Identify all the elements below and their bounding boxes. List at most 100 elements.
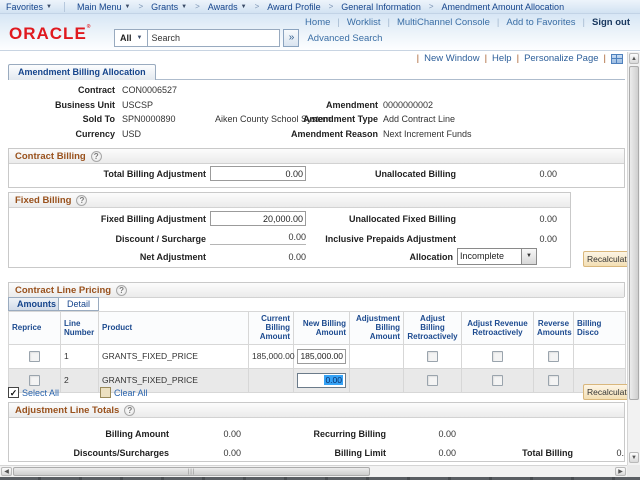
help-icon[interactable]: ?: [124, 405, 135, 416]
reverse-amounts-checkbox[interactable]: [548, 375, 559, 386]
column-header-line-number: Line Number: [61, 312, 99, 345]
total-billing-adjustment-input[interactable]: [210, 166, 306, 181]
multichannel-console-link[interactable]: MultiChannel Console: [397, 17, 490, 28]
breadcrumb-separator: >: [136, 2, 145, 11]
column-header-adjust-revenue-retroactively: Adjust Revenue Retroactively: [462, 312, 534, 345]
advanced-search-link[interactable]: Advanced Search: [307, 33, 382, 44]
amendment-type-value: Add Contract Line: [383, 114, 455, 124]
help-icon[interactable]: ?: [76, 195, 87, 206]
amendment-label: Amendment: [230, 100, 378, 110]
breadcrumb-main-menu[interactable]: Main Menu ▼: [71, 2, 136, 12]
total-billing-adjustment-label: Total Billing Adjustment: [9, 169, 206, 179]
scroll-up-arrow[interactable]: ▲: [629, 53, 639, 64]
allocation-dropdown[interactable]: Incomplete ▼: [457, 248, 537, 265]
amendment-reason-value: Next Increment Funds: [383, 129, 472, 139]
contract-line-pricing-title: Contract Line Pricing: [15, 285, 111, 296]
tab-amendment-billing-allocation[interactable]: Amendment Billing Allocation: [8, 64, 156, 80]
line-pricing-grid: Reprice Line Number Product Current Bill…: [8, 311, 626, 393]
adjustment-billing-amount-cell: [350, 368, 404, 392]
column-header-reprice: Reprice: [9, 312, 61, 345]
adjustment-line-totals-header: Adjustment Line Totals ?: [9, 403, 624, 418]
breadcrumb-favorites[interactable]: Favorites ▼: [0, 2, 58, 12]
column-header-new-billing-amount: New Billing Amount: [294, 312, 350, 345]
recalculate-button[interactable]: Recalculate: [583, 251, 633, 267]
line-number-cell: 1: [61, 344, 99, 368]
breadcrumb-general-information[interactable]: General Information: [335, 2, 427, 12]
column-header-product: Product: [99, 312, 249, 345]
billing-amount-value: 0.00: [179, 429, 241, 439]
worklist-link[interactable]: Worklist: [347, 17, 381, 28]
sign-out-link[interactable]: Sign out: [592, 17, 630, 28]
currency-label: Currency: [0, 129, 115, 139]
horizontal-scrollbar-thumb[interactable]: |||: [13, 467, 370, 476]
contract-billing-header: Contract Billing ?: [9, 149, 624, 164]
tab-detail[interactable]: Detail: [58, 297, 99, 311]
contract-line-pricing-section: Contract Line Pricing ?: [8, 282, 625, 297]
pagebar-separator: |: [485, 53, 487, 64]
vertical-scrollbar-thumb[interactable]: [629, 66, 639, 400]
new-window-link[interactable]: New Window: [424, 53, 479, 64]
help-icon[interactable]: ?: [91, 151, 102, 162]
unallocated-fixed-billing-value: 0.00: [471, 214, 557, 224]
net-adjustment-label: Net Adjustment: [9, 252, 206, 262]
checked-checkbox-icon: ✓: [8, 387, 19, 398]
clear-all-link[interactable]: Clear All: [100, 387, 148, 398]
adjust-billing-retroactively-checkbox[interactable]: [427, 375, 438, 386]
scroll-down-arrow[interactable]: ▼: [629, 452, 639, 463]
new-window-grid-icon[interactable]: [611, 54, 623, 64]
reprice-checkbox[interactable]: [29, 375, 40, 386]
tab-amounts[interactable]: Amounts: [8, 297, 65, 311]
vertical-scrollbar[interactable]: ▲ ▼: [627, 52, 640, 465]
contract-value: CON0006527: [122, 85, 177, 95]
reverse-amounts-checkbox[interactable]: [548, 351, 559, 362]
breadcrumb-awards[interactable]: Awards ▼: [202, 2, 253, 12]
pagebar-separator: |: [604, 53, 606, 64]
peoplesoft-window: Favorites ▼ Main Menu ▼ > Grants ▼ > Awa…: [0, 0, 640, 480]
horizontal-scrollbar[interactable]: ◀ ||| ▶: [0, 465, 628, 477]
recalculate-button[interactable]: Recalculate: [583, 384, 633, 400]
scroll-left-arrow[interactable]: ◀: [1, 467, 12, 476]
breadcrumb-award-profile[interactable]: Award Profile: [261, 2, 326, 12]
contract-billing-section: Contract Billing ? Total Billing Adjustm…: [8, 148, 625, 188]
adjust-billing-retroactively-checkbox[interactable]: [427, 351, 438, 362]
fixed-billing-section: Fixed Billing ? Fixed Billing Adjustment…: [8, 192, 571, 268]
billing-discount-cell: [574, 344, 626, 368]
search-go-button[interactable]: »: [283, 29, 299, 47]
help-link[interactable]: Help: [492, 53, 512, 64]
total-billing-label: Total Billing: [489, 448, 573, 458]
new-billing-amount-input[interactable]: [297, 349, 346, 364]
breadcrumb-grants[interactable]: Grants ▼: [145, 2, 193, 12]
adjust-revenue-retroactively-checkbox[interactable]: [492, 375, 503, 386]
product-cell: GRANTS_FIXED_PRICE: [99, 344, 249, 368]
table-row: 1 GRANTS_FIXED_PRICE 185,000.00: [9, 344, 626, 368]
search-bar: All ▼ » Advanced Search: [114, 29, 382, 47]
adjust-revenue-retroactively-checkbox[interactable]: [492, 351, 503, 362]
column-header-adjust-billing-retroactively: Adjust Billing Retroactively: [404, 312, 462, 345]
total-billing-value: 0.: [599, 448, 624, 458]
contract-line-pricing-header: Contract Line Pricing ?: [9, 283, 624, 298]
column-header-billing-discount: Billing Disco: [574, 312, 626, 345]
add-to-favorites-link[interactable]: Add to Favorites: [506, 17, 575, 28]
personalize-page-link[interactable]: Personalize Page: [524, 53, 598, 64]
search-scope-dropdown[interactable]: All ▼: [114, 29, 148, 47]
scroll-right-arrow[interactable]: ▶: [615, 467, 626, 476]
help-icon[interactable]: ?: [116, 285, 127, 296]
home-link[interactable]: Home: [305, 17, 330, 28]
breadcrumb-favorites-label: Favorites: [6, 2, 43, 12]
sold-to-value: SPN0000890: [122, 114, 176, 124]
chevron-down-icon: ▼: [125, 4, 131, 10]
select-all-link[interactable]: ✓ Select All: [8, 387, 59, 398]
search-input[interactable]: [148, 29, 280, 47]
billing-limit-label: Billing Limit: [269, 448, 386, 458]
breadcrumb-separator: >: [427, 2, 436, 11]
column-header-adjustment-billing-amount: Adjustment Billing Amount: [350, 312, 404, 345]
link-separator: |: [497, 17, 499, 28]
breadcrumb: Favorites ▼ Main Menu ▼ > Grants ▼ > Awa…: [0, 0, 640, 14]
current-billing-amount-cell: 185,000.00: [249, 344, 294, 368]
new-billing-amount-input[interactable]: 0.00: [297, 373, 346, 388]
adjustment-line-totals-section: Adjustment Line Totals ? Billing Amount …: [8, 402, 625, 462]
discounts-surcharges-label: Discounts/Surcharges: [9, 448, 169, 458]
reprice-checkbox[interactable]: [29, 351, 40, 362]
amendment-value: 0000000002: [383, 100, 433, 110]
fixed-billing-header: Fixed Billing ?: [9, 193, 570, 208]
